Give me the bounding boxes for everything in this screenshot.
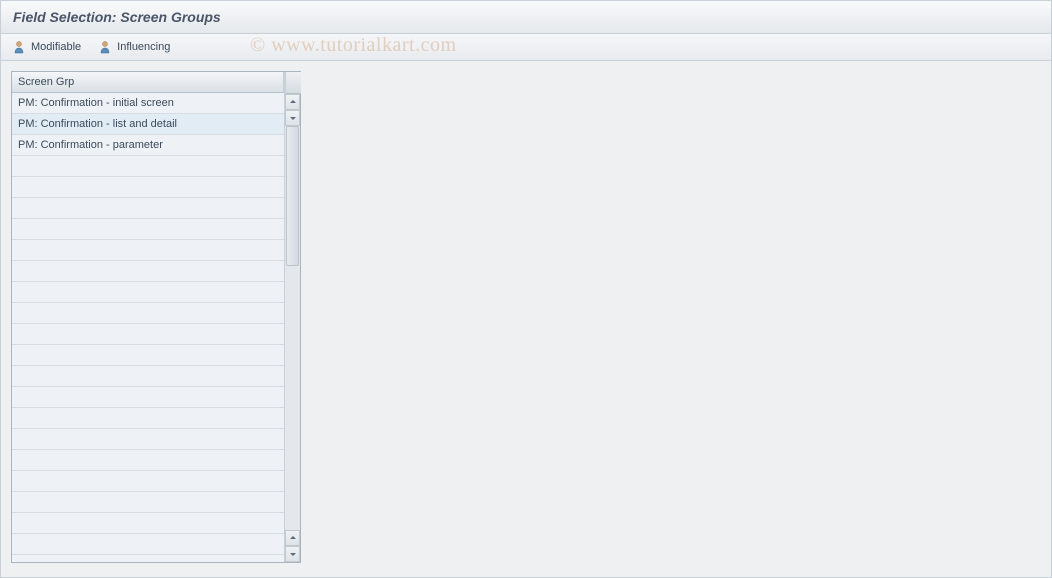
table-row[interactable] <box>12 492 284 513</box>
table-row[interactable] <box>12 513 284 534</box>
table-row[interactable] <box>12 450 284 471</box>
scroll-down-button[interactable] <box>285 110 300 126</box>
scroll-thumb[interactable] <box>286 126 299 266</box>
table-row[interactable] <box>12 345 284 366</box>
influencing-label: Influencing <box>117 41 170 53</box>
table-row[interactable] <box>12 534 284 555</box>
table-row[interactable] <box>12 240 284 261</box>
person-icon <box>13 40 27 54</box>
screen-group-table: Screen Grp PM: Confirmation - initial sc… <box>11 71 301 563</box>
table-row[interactable]: PM: Confirmation - initial screen <box>12 93 284 114</box>
table-row[interactable] <box>12 387 284 408</box>
person-icon <box>99 40 113 54</box>
vertical-scrollbar[interactable] <box>284 72 300 562</box>
table-row[interactable]: PM: Confirmation - parameter <box>12 135 284 156</box>
table-row[interactable] <box>12 429 284 450</box>
toolbar: Modifiable Influencing <box>1 34 1051 61</box>
scroll-up-button[interactable] <box>285 94 300 110</box>
table-row[interactable] <box>12 366 284 387</box>
modifiable-label: Modifiable <box>31 41 81 53</box>
table-header-cell[interactable]: Screen Grp <box>12 72 284 92</box>
table-row[interactable] <box>12 324 284 345</box>
table-corner <box>285 72 301 94</box>
table-row[interactable] <box>12 198 284 219</box>
table-row[interactable] <box>12 177 284 198</box>
table-row[interactable] <box>12 282 284 303</box>
table-body: PM: Confirmation - initial screen PM: Co… <box>12 93 284 562</box>
table-row[interactable] <box>12 408 284 429</box>
table-row[interactable] <box>12 219 284 240</box>
scroll-up-button-bottom[interactable] <box>285 530 300 546</box>
scroll-track[interactable] <box>285 126 300 530</box>
table-row[interactable] <box>12 471 284 492</box>
table-row[interactable]: PM: Confirmation - list and detail <box>12 114 284 135</box>
table-row[interactable] <box>12 261 284 282</box>
modifiable-button[interactable]: Modifiable <box>13 40 81 54</box>
influencing-button[interactable]: Influencing <box>99 40 170 54</box>
table-row[interactable] <box>12 156 284 177</box>
page-title: Field Selection: Screen Groups <box>1 1 1051 34</box>
table-row[interactable] <box>12 303 284 324</box>
scroll-down-button-bottom[interactable] <box>285 546 300 562</box>
table-header: Screen Grp <box>12 72 284 93</box>
